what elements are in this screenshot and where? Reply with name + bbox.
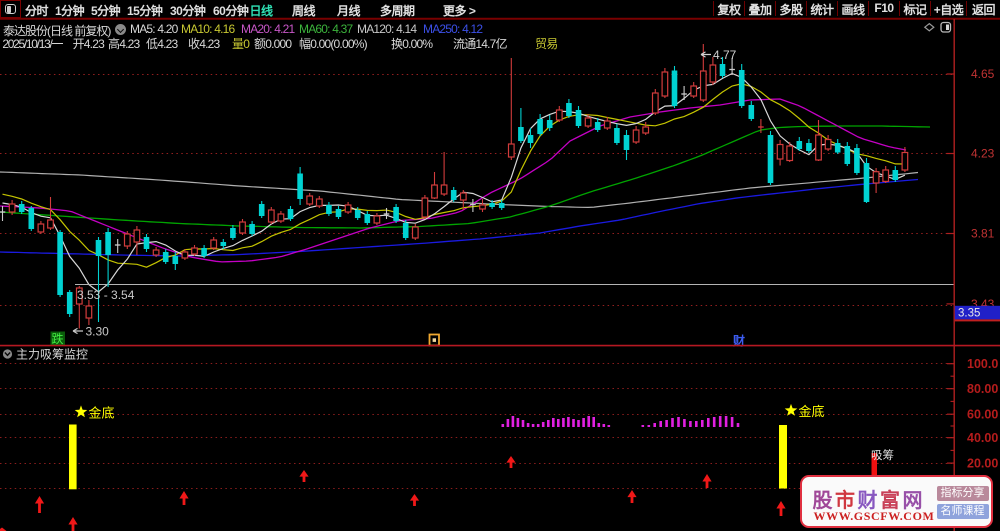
svg-text:金底: 金底 [89, 406, 115, 421]
svg-text:金底: 金底 [799, 404, 825, 419]
svg-text:20.00: 20.00 [967, 457, 998, 471]
svg-text:60.00: 60.00 [967, 408, 998, 422]
svg-text:3.35: 3.35 [958, 308, 980, 320]
svg-text:4.23: 4.23 [971, 147, 995, 161]
svg-text:主力吸筹监控: 主力吸筹监控 [16, 348, 88, 362]
svg-text:3.81: 3.81 [971, 227, 995, 241]
svg-text:100.0: 100.0 [967, 357, 998, 371]
svg-text:4.77: 4.77 [713, 48, 737, 62]
svg-text:跌: 跌 [52, 331, 64, 346]
svg-text:3.30: 3.30 [86, 325, 110, 339]
svg-text:3.53 - 3.54: 3.53 - 3.54 [77, 288, 135, 302]
svg-text:吸筹: 吸筹 [871, 448, 894, 462]
svg-text:80.00: 80.00 [967, 382, 998, 396]
svg-text:4.65: 4.65 [971, 67, 995, 81]
svg-text:40.00: 40.00 [967, 431, 998, 445]
